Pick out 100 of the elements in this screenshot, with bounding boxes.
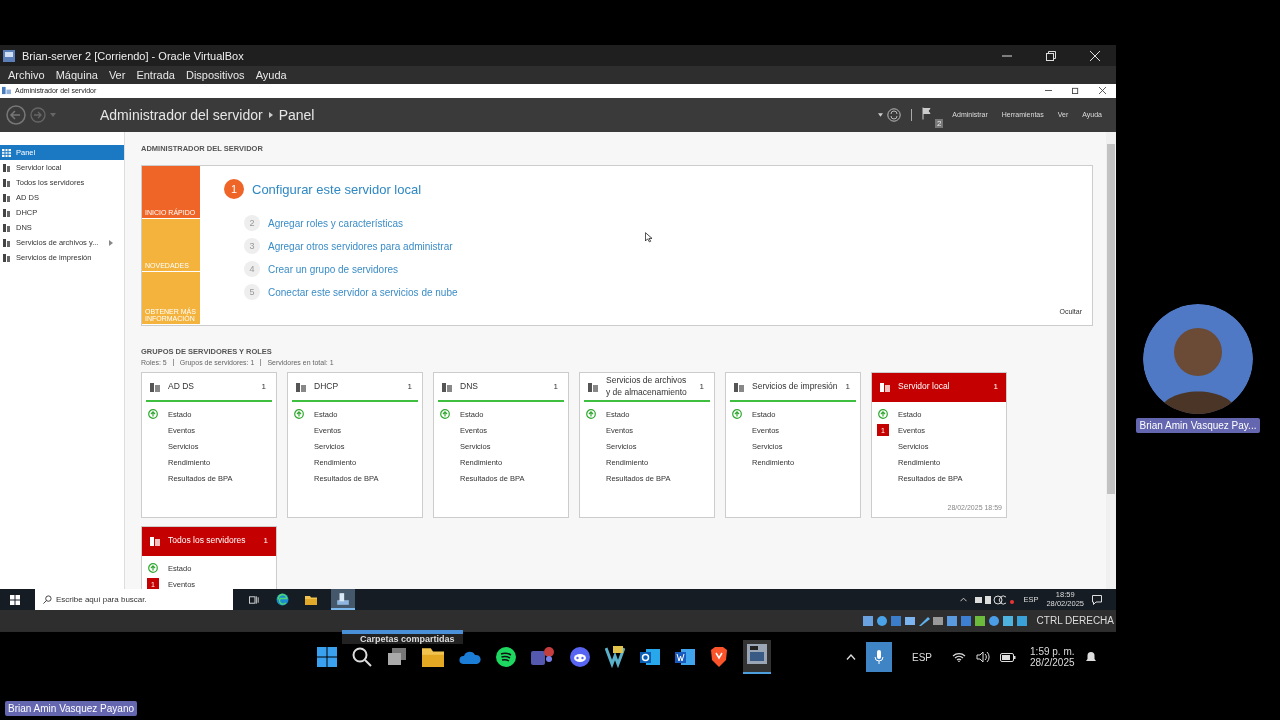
taskbar-button[interactable]: [331, 589, 355, 610]
battery-icon[interactable]: [1000, 652, 1016, 662]
server-icon: [2, 253, 11, 262]
step-number: 4: [244, 261, 260, 277]
task-view-icon[interactable]: [249, 594, 260, 605]
step-number: 2: [244, 215, 260, 231]
menu-item[interactable]: Archivo: [8, 69, 45, 81]
voice-chat-icon[interactable]: [570, 647, 590, 667]
tile-title: Servicios de archivos y de almacenamiento: [606, 375, 688, 398]
chat-app-icon[interactable]: [531, 646, 555, 668]
expand-arrow-icon[interactable]: [109, 239, 114, 246]
tray-icons-drawing[interactable]: [975, 594, 1016, 605]
dropdown-icon[interactable]: [878, 112, 884, 117]
tile-title: Servicios de impresión: [752, 380, 838, 392]
status-ok-icon: [147, 563, 159, 573]
tile-count: 1: [845, 382, 850, 391]
server-icon: [296, 381, 306, 392]
menu-item[interactable]: Ayuda: [255, 69, 287, 81]
host-key-label: CTRL DERECHA: [1036, 615, 1114, 626]
menu-item[interactable]: Máquina: [55, 69, 98, 81]
link[interactable]: Agregar roles y características: [268, 217, 404, 229]
music-app-icon[interactable]: [496, 647, 516, 667]
tile-title: Todos los servidores: [168, 534, 247, 546]
app-icon: [2, 86, 11, 96]
link[interactable]: Agregar otros servidores para administrar: [268, 240, 453, 252]
tile-count: 1: [261, 382, 266, 391]
status-ok-icon: [731, 409, 743, 419]
participant-name: Brian Amin Vasquez Payano: [5, 701, 137, 716]
mail-app-icon[interactable]: [640, 647, 660, 667]
caret-icon[interactable]: [960, 597, 968, 602]
menu-item[interactable]: Dispositivos: [185, 69, 245, 81]
search-icon[interactable]: [352, 647, 372, 667]
tile-count: 1: [553, 382, 558, 391]
microphone-button[interactable]: [866, 642, 892, 672]
document-app-icon[interactable]: [675, 647, 695, 667]
restore-icon[interactable]: [1072, 87, 1079, 95]
start-icon[interactable]: [317, 647, 337, 667]
back-icon[interactable]: [6, 104, 26, 125]
tile-header[interactable]: AD DS 1: [146, 373, 272, 402]
language-indicator[interactable]: ESP: [912, 651, 932, 663]
server-icon: [2, 178, 11, 187]
tile-header[interactable]: DNS 1: [438, 373, 564, 402]
caret-icon[interactable]: [846, 654, 856, 660]
tile-header[interactable]: Servidor local 1: [872, 373, 1006, 402]
step-number: 5: [244, 284, 260, 300]
menu-item[interactable]: Ver: [108, 69, 126, 81]
step-number: 1: [224, 179, 244, 199]
tile-count: 1: [993, 382, 998, 391]
server-icon: [2, 163, 11, 172]
task-view-icon[interactable]: [387, 647, 407, 667]
taskbar-button[interactable]: [743, 640, 771, 674]
search-field[interactable]: Escribe aquí para buscar.: [35, 589, 233, 610]
folder-icon[interactable]: [305, 594, 317, 605]
scrollbar[interactable]: [1106, 132, 1116, 589]
server-icon: [2, 223, 11, 232]
clock[interactable]: 1:59 p. m. 28/2/2025: [1030, 646, 1075, 668]
server-icon: [588, 381, 598, 392]
menu-item[interactable]: Entrada: [136, 69, 175, 81]
app-icon: [2, 48, 16, 63]
link[interactable]: Conectar este servidor a servicios de nube: [268, 286, 458, 298]
server-icon: [150, 535, 160, 546]
server-icon: [2, 238, 11, 247]
tile-title: DHCP: [314, 380, 340, 392]
browser-icon[interactable]: [276, 593, 289, 606]
shield-app-icon[interactable]: [710, 647, 728, 667]
tooltip: Carpetas compartidas: [342, 630, 463, 644]
status-ok-icon: [439, 409, 451, 419]
server-icon: [880, 381, 890, 392]
notification-badge: 2: [934, 118, 944, 128]
step-number: 3: [244, 238, 260, 254]
start-icon[interactable]: [10, 594, 20, 605]
server-icon: [150, 381, 160, 392]
link[interactable]: Crear un grupo de servidores: [268, 263, 399, 275]
breadcrumb: Panel: [278, 106, 315, 123]
tile-header[interactable]: Servicios de impresión 1: [730, 373, 856, 402]
breadcrumb: Administrador del servidor: [100, 106, 263, 123]
tile-header[interactable]: Todos los servidores 1: [142, 527, 276, 556]
status-ok-icon: [877, 409, 889, 419]
chevron-icon: [268, 111, 273, 118]
link[interactable]: Configurar este servidor local: [252, 181, 422, 197]
wifi-icon[interactable]: [952, 652, 966, 662]
tile-header[interactable]: DHCP 1: [292, 373, 418, 402]
status-ok-icon: [585, 409, 597, 419]
notification-icon[interactable]: [1084, 651, 1097, 663]
notification-icon[interactable]: [1092, 594, 1102, 605]
close-icon[interactable]: [1099, 87, 1106, 95]
pointer-icon: [645, 232, 652, 243]
cloud-icon[interactable]: [459, 650, 481, 664]
tile-header[interactable]: Servicios de archivos y de almacenamiento 1: [584, 373, 710, 402]
tile-count: 1: [263, 536, 268, 545]
participant-name: Brian Amin Vasquez Pay...: [1135, 418, 1261, 433]
tile-title: Servidor local: [898, 380, 951, 392]
folder-icon[interactable]: [422, 647, 444, 667]
server-icon: [2, 193, 11, 202]
speaker-icon[interactable]: [976, 651, 990, 663]
restore-icon[interactable]: [1046, 50, 1056, 61]
microphone-icon: [874, 650, 884, 664]
flag-icon[interactable]: [922, 106, 933, 120]
server-icon: [2, 208, 11, 217]
server-icon: [442, 381, 452, 392]
